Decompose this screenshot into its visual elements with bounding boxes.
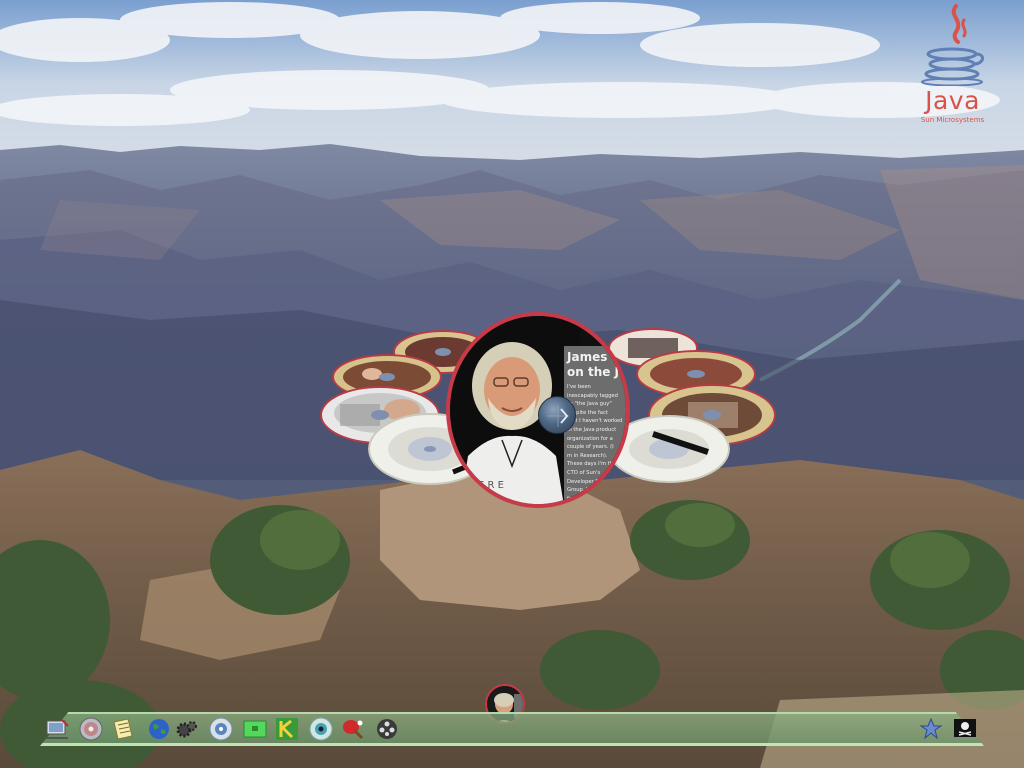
green-screen-icon[interactable]: [242, 716, 268, 742]
cd-disc-icon[interactable]: [78, 716, 104, 742]
monitor-pen-icon[interactable]: [44, 716, 70, 742]
java-logo-sub: Sun Microsystems: [920, 116, 985, 124]
disc-carousel[interactable]: E R E James Go on the Jav I've been ines…: [318, 310, 778, 510]
film-reel-icon[interactable]: [374, 716, 400, 742]
network-icon[interactable]: [208, 716, 234, 742]
article-title: James Go on the Jav: [567, 350, 630, 379]
svg-text:E R E: E R E: [478, 480, 504, 491]
eye-icon[interactable]: [308, 716, 334, 742]
k-logo-icon[interactable]: [274, 716, 300, 742]
gears-icon[interactable]: [174, 716, 200, 742]
java-logo: Java Sun Microsystems: [905, 2, 1000, 137]
carousel-disc-focused[interactable]: E R E James Go on the Jav I've been ines…: [446, 312, 630, 508]
globe-icon[interactable]: [146, 716, 172, 742]
java-logo-word: Java: [925, 86, 980, 115]
pingpong-icon[interactable]: [340, 716, 366, 742]
navigation-orb-icon[interactable]: [538, 396, 576, 434]
java-coffee-cup-icon: [920, 4, 984, 86]
notepad-icon[interactable]: [110, 716, 136, 742]
recycle-star-icon[interactable]: [918, 716, 944, 742]
pirate-flag-icon[interactable]: [952, 716, 978, 742]
